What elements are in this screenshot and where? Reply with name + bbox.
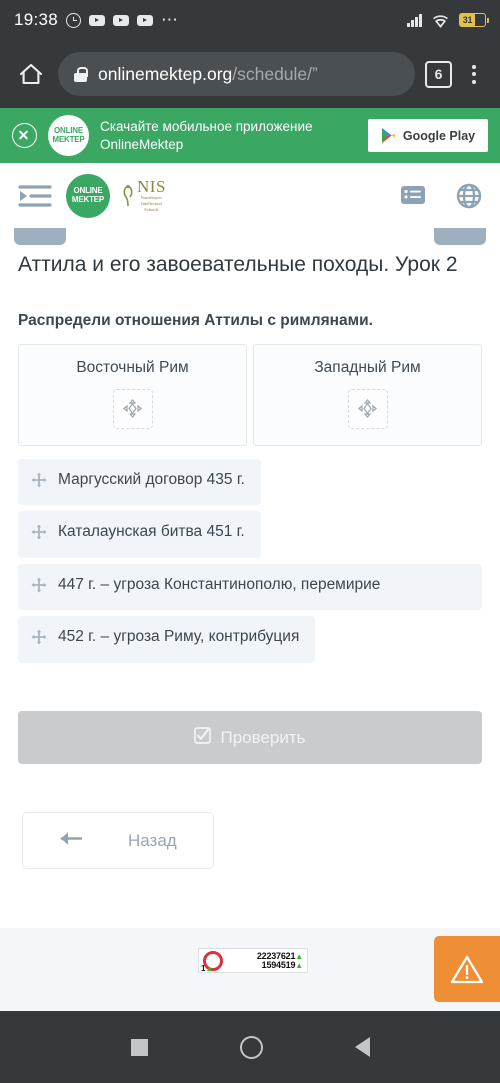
- nis-text: NIS Nazarbayev Intellectual Schools: [137, 178, 166, 214]
- check-button[interactable]: Проверить: [18, 711, 482, 765]
- page-footer: 22237621▲ 1594519▲ 1▲: [0, 928, 500, 1011]
- logo-line-2: MEKTEP: [52, 134, 85, 144]
- url-path: /schedule/ˮ: [232, 63, 318, 84]
- youtube-icon: [137, 14, 154, 26]
- status-time: 19:38: [14, 10, 59, 29]
- arrow-left-icon: [59, 830, 83, 852]
- nis-sub-3: Schools: [144, 207, 159, 213]
- list-view-icon[interactable]: [400, 183, 426, 209]
- nis-emblem-icon: [123, 184, 133, 206]
- app-install-banner: ONLINE MEKTEP Скачайте мобильное приложе…: [0, 108, 500, 163]
- up-triangle-icon: ▲: [295, 961, 303, 970]
- drop-target-icon[interactable]: [112, 388, 153, 429]
- list-item-label: 447 г. – угроза Константинополю, перемир…: [58, 575, 381, 593]
- phone-screen: 19:38 ⋯ 31 onlinemektep.org/schedule/ˮ 6…: [0, 0, 500, 1083]
- status-bar-left: 19:38 ⋯: [14, 10, 407, 30]
- lock-icon: [74, 66, 88, 82]
- move-handle-icon[interactable]: [31, 577, 47, 600]
- alarm-icon: [66, 12, 82, 28]
- dropzone-label: Западный Рим: [314, 358, 421, 376]
- lesson-content: Аттила и его завоевательные походы. Урок…: [0, 250, 500, 664]
- list-item[interactable]: Маргусский договор 435 г.: [18, 458, 261, 506]
- task-prompt: Распредели отношения Аттилы с римлянами.: [18, 311, 373, 329]
- android-nav-bar: [0, 1011, 500, 1083]
- status-bar-right: 31: [407, 13, 489, 28]
- banner-text: Скачайте мобильное приложение OnlineMekt…: [100, 118, 357, 153]
- check-button-label: Проверить: [220, 727, 306, 747]
- dropzone-east-rome[interactable]: Восточный Рим: [18, 343, 247, 446]
- site-header: ONLINE MEKTEP NIS Nazarbayev Intellectua…: [0, 163, 500, 228]
- drop-target-icon[interactable]: [347, 388, 388, 429]
- wifi-icon: [431, 13, 450, 28]
- google-play-button[interactable]: Google Play: [368, 119, 488, 152]
- google-play-label: Google Play: [402, 128, 476, 143]
- checkbox-checked-icon: [194, 726, 212, 749]
- signal-bars-icon: [407, 13, 422, 27]
- list-item-label: Маргусский договор 435 г.: [58, 470, 245, 488]
- onlinemektep-logo: ONLINE MEKTEP: [48, 115, 89, 156]
- banner-text-line-1: Скачайте мобильное приложение: [100, 118, 313, 134]
- overflow-dots-icon: ⋯: [161, 10, 180, 29]
- warning-triangle-icon: [450, 955, 484, 983]
- dropzone-west-rome[interactable]: Западный Рим: [253, 343, 482, 446]
- draggable-items-list: Маргусский договор 435 г. Каталаунская б…: [18, 458, 482, 664]
- battery-icon: 31: [459, 13, 489, 27]
- banner-text-line-2: OnlineMektep: [100, 136, 184, 152]
- move-handle-icon[interactable]: [31, 629, 47, 652]
- tab-counter-button[interactable]: 6: [425, 60, 452, 88]
- logo-line-2: MEKTEP: [71, 194, 105, 204]
- move-handle-icon[interactable]: [31, 472, 47, 495]
- warning-button[interactable]: [434, 936, 500, 1002]
- list-item-label: 452 г. – угроза Риму, контрибуция: [58, 628, 300, 646]
- scrolled-chips-row: [0, 219, 500, 250]
- nis-logo: NIS Nazarbayev Intellectual Schools: [122, 178, 166, 214]
- counter-today-row: 1594519▲: [227, 960, 304, 970]
- counter-today: 1594519: [261, 960, 296, 970]
- youtube-icon: [89, 14, 106, 26]
- google-play-icon: [381, 128, 395, 143]
- visitor-counter[interactable]: 22237621▲ 1594519▲ 1▲: [198, 948, 308, 973]
- back-button-label: Назад: [128, 830, 177, 850]
- battery-level: 31: [460, 14, 475, 26]
- page-title: Аттила и его завоевательные походы. Урок…: [18, 253, 458, 276]
- close-icon[interactable]: [12, 123, 37, 148]
- nis-abbr: NIS: [137, 176, 166, 196]
- list-item[interactable]: 452 г. – угроза Риму, контрибуция: [18, 616, 316, 664]
- list-item-label: Каталаунская битва 451 г.: [58, 523, 245, 541]
- indent-menu-icon[interactable]: [18, 183, 54, 209]
- triangle-back-icon[interactable]: [354, 1037, 370, 1057]
- url-domain: onlinemektep.org: [98, 63, 233, 84]
- overflow-menu-icon[interactable]: [462, 64, 486, 84]
- back-button[interactable]: Назад: [22, 812, 214, 870]
- youtube-icon: [113, 14, 130, 26]
- square-recents-icon[interactable]: [130, 1038, 148, 1056]
- globe-icon[interactable]: [456, 183, 482, 209]
- android-status-bar: 19:38 ⋯ 31: [0, 0, 500, 40]
- browser-toolbar: onlinemektep.org/schedule/ˮ 6: [0, 40, 500, 108]
- dropzone-row: Восточный Рим Западный Рим: [18, 343, 482, 446]
- address-bar[interactable]: onlinemektep.org/schedule/ˮ: [58, 52, 415, 96]
- onlinemektep-logo[interactable]: ONLINE MEKTEP: [66, 173, 110, 218]
- up-triangle-icon: ▲: [205, 964, 214, 973]
- circle-home-icon[interactable]: [239, 1035, 263, 1059]
- dropzone-label: Восточный Рим: [76, 358, 189, 376]
- list-item[interactable]: Каталаунская битва 451 г.: [18, 511, 261, 558]
- up-triangle-icon: ▲: [295, 951, 303, 961]
- url-text: onlinemektep.org/schedule/ˮ: [98, 64, 318, 85]
- home-icon[interactable]: [14, 57, 48, 91]
- counter-values: 22237621▲ 1594519▲: [227, 951, 304, 971]
- move-handle-icon[interactable]: [31, 524, 47, 547]
- counter-online-row: 1▲: [201, 964, 213, 973]
- list-item[interactable]: 447 г. – угроза Константинополю, перемир…: [18, 563, 482, 611]
